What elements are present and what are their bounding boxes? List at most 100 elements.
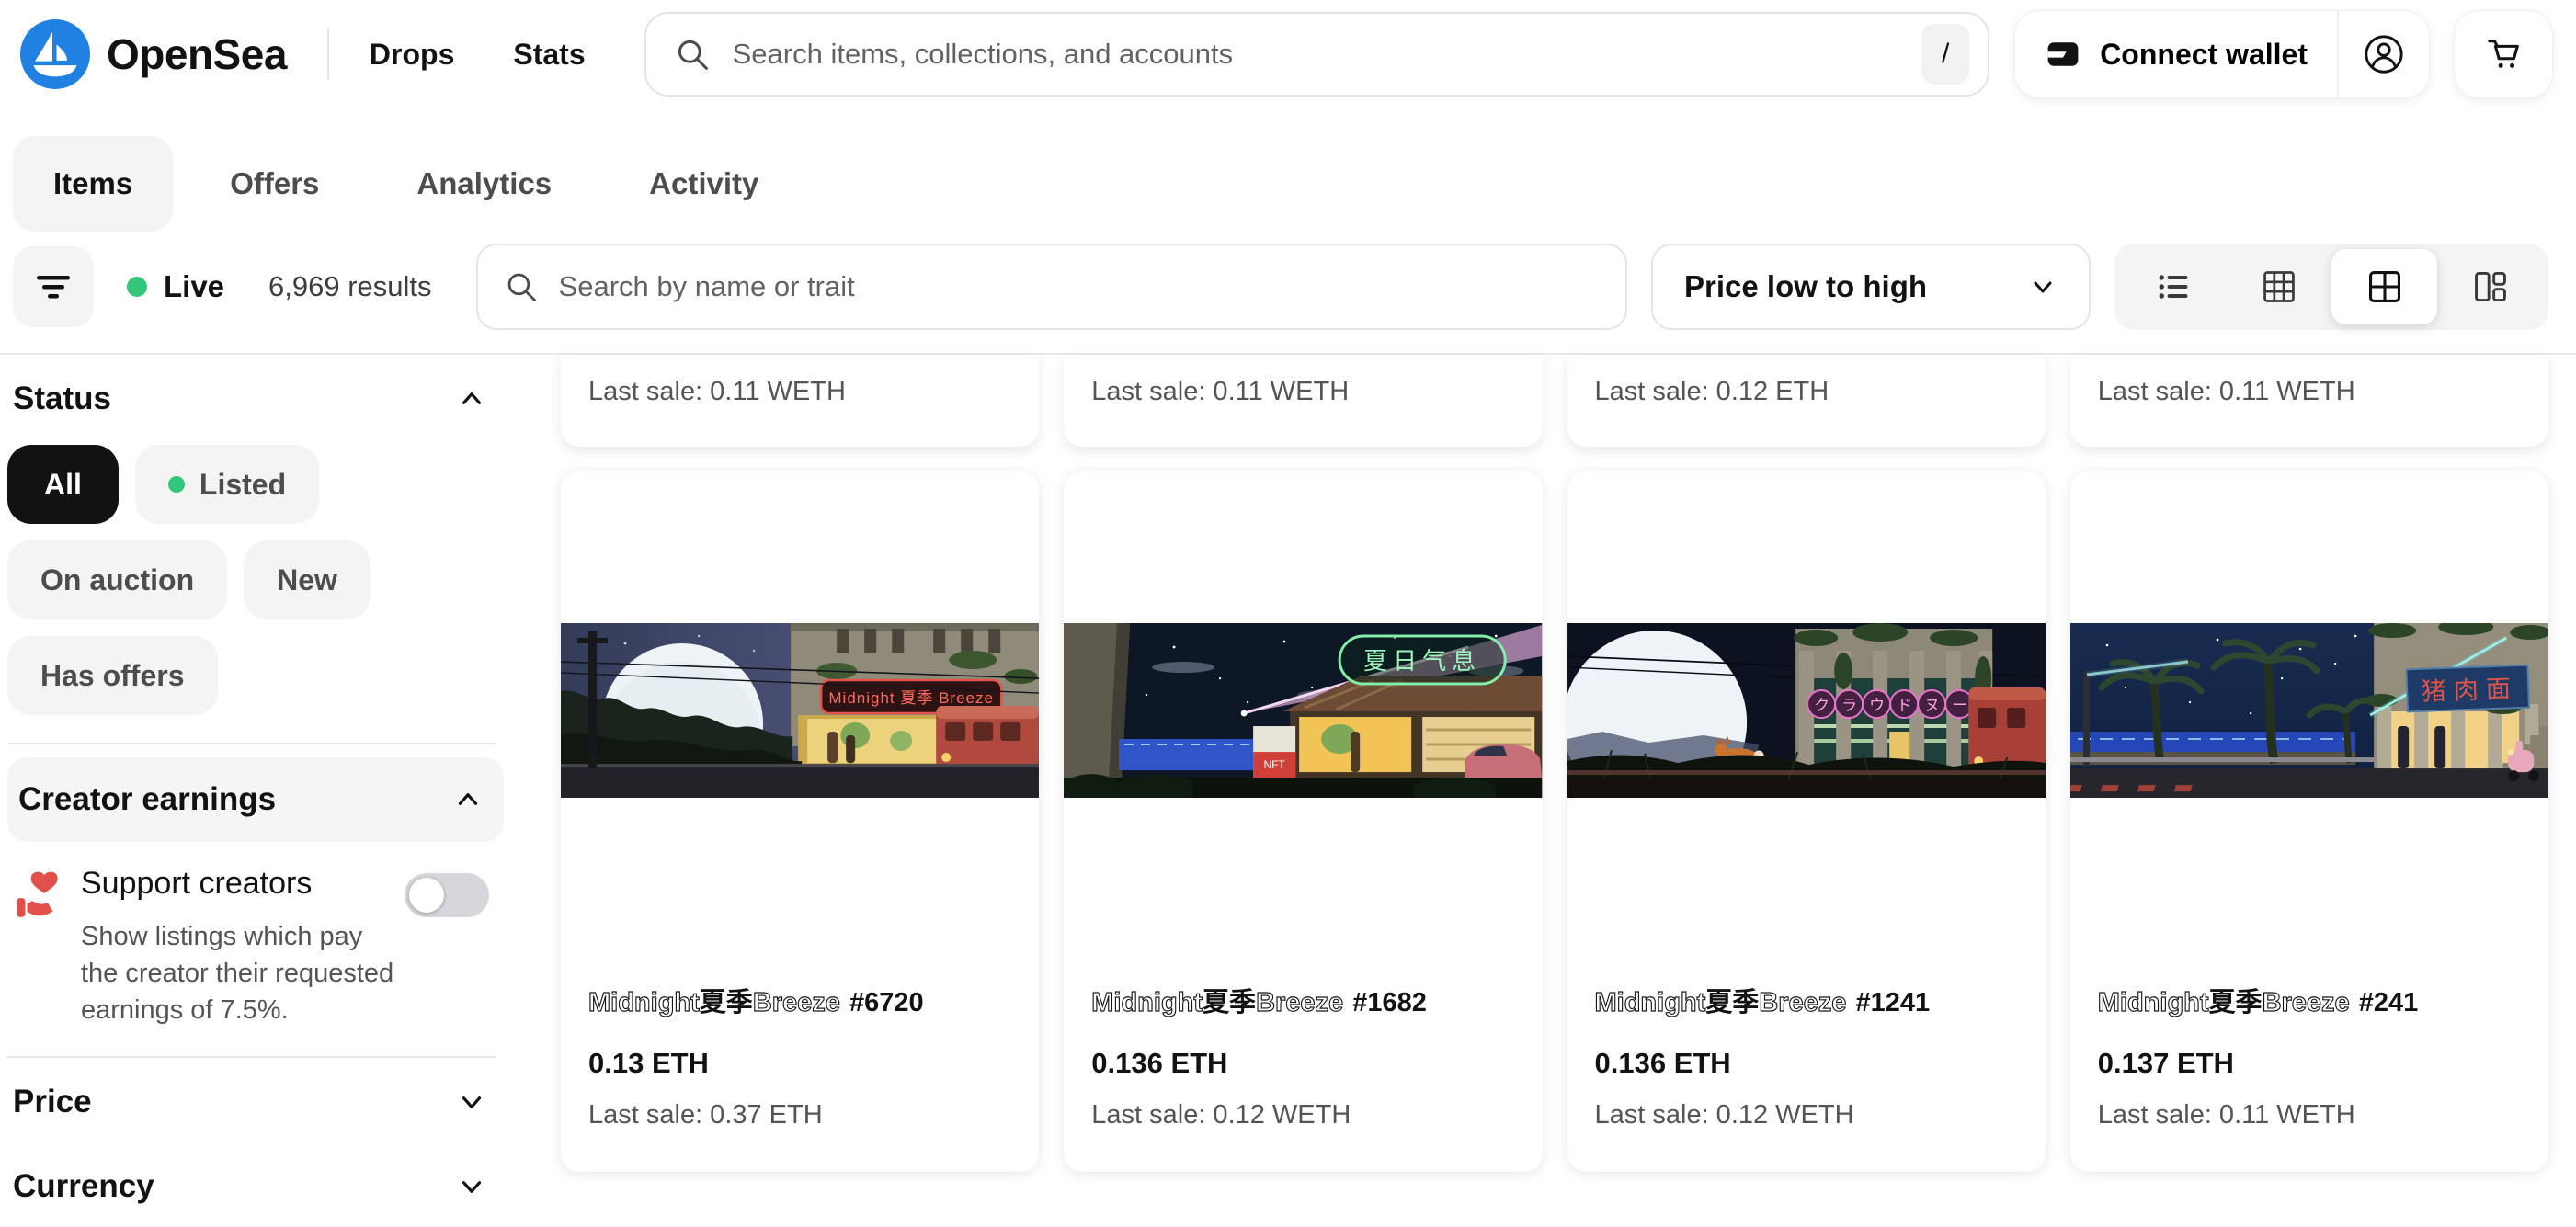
nft-card-partial[interactable]: Last sale: 0.12 ETH	[1567, 355, 2046, 447]
filter-icon	[33, 267, 74, 307]
grid-row-main: Midnight 夏季 Breeze	[561, 471, 2548, 1172]
token-id: #1241	[1855, 988, 1930, 1017]
nft-media: 猪肉面	[2070, 471, 2548, 949]
nft-title: Midnight夏季Breeze#241	[2098, 981, 2521, 1019]
connect-wallet-button[interactable]: Connect wallet	[2015, 11, 2337, 97]
large-grid-icon	[2366, 268, 2403, 305]
nft-card[interactable]: Midnight 夏季 Breeze	[561, 471, 1039, 1172]
view-large-grid-button[interactable]	[2331, 249, 2437, 324]
tab-items[interactable]: Items	[13, 136, 173, 232]
status-pill-has-offers[interactable]: Has offers	[7, 636, 218, 715]
toggle-knob	[409, 878, 444, 913]
support-creators-label: Support creators	[81, 866, 405, 902]
chevron-down-icon	[2028, 272, 2057, 301]
nft-card[interactable]: クラウドヌードル	[1567, 471, 2046, 1172]
nft-price: 0.136 ETH	[1091, 1047, 1514, 1080]
opensea-logo-link[interactable]: OpenSea	[20, 19, 287, 89]
status-pill-on-auction[interactable]: On auction	[7, 540, 227, 619]
nft-title: Midnight夏季Breeze#1241	[1595, 981, 2018, 1019]
creator-earnings-header[interactable]: Creator earnings	[7, 757, 504, 842]
nft-media: 夏日气息 NFT	[1064, 471, 1542, 949]
trait-search-input[interactable]	[559, 270, 1600, 303]
cart-button[interactable]	[2455, 11, 2552, 97]
nav-link-drops[interactable]: Drops	[370, 38, 454, 72]
currency-section-header[interactable]: Currency	[7, 1142, 504, 1227]
nft-artwork-big-moon-arches: クラウドヌードル	[1567, 623, 2046, 798]
status-pill-new[interactable]: New	[244, 540, 370, 619]
nft-title: Midnight夏季Breeze#6720	[588, 981, 1011, 1019]
chevron-up-icon	[452, 784, 484, 815]
search-icon	[674, 36, 711, 73]
main-area: Status All Listed On auction New Has off…	[0, 355, 2576, 1227]
status-title: Status	[13, 381, 111, 417]
nft-card-partial[interactable]: Last sale: 0.11 WETH	[2070, 355, 2548, 447]
view-mode-switcher	[2114, 244, 2548, 330]
top-navbar: OpenSea Drops Stats / Connect wallet	[0, 0, 2576, 108]
search-shortcut-key: /	[1921, 24, 1969, 85]
wallet-icon	[2045, 36, 2081, 73]
live-label: Live	[164, 269, 224, 304]
cart-icon	[2484, 35, 2523, 74]
brand-name: OpenSea	[107, 29, 287, 79]
nft-last-sale: Last sale: 0.12 WETH	[1091, 1100, 1514, 1130]
live-status: Live	[127, 269, 224, 304]
gallery-view-icon	[2472, 268, 2509, 305]
trait-search-bar[interactable]	[476, 244, 1627, 330]
nft-card[interactable]: 夏日气息 NFT Midnight夏季Breeze#1682	[1064, 471, 1542, 1172]
tab-activity[interactable]: Activity	[609, 136, 799, 232]
status-pill-all[interactable]: All	[7, 445, 119, 524]
chevron-down-icon	[456, 1171, 487, 1202]
price-section-header[interactable]: Price	[7, 1058, 504, 1142]
nft-last-sale: Last sale: 0.37 ETH	[588, 1100, 1011, 1130]
nft-price: 0.13 ETH	[588, 1047, 1011, 1080]
view-gallery-button[interactable]	[2437, 249, 2543, 324]
view-dense-grid-button[interactable]	[2226, 249, 2331, 324]
token-id: #6720	[849, 988, 924, 1017]
sort-dropdown[interactable]: Price low to high	[1651, 244, 2091, 330]
nft-info: Midnight夏季Breeze#1682 0.136 ETH Last sal…	[1064, 949, 1542, 1130]
items-grid: Last sale: 0.11 WETH Last sale: 0.11 WET…	[504, 355, 2576, 1172]
nft-last-sale: Last sale: 0.12 WETH	[1595, 1100, 2018, 1130]
currency-title: Currency	[13, 1168, 154, 1205]
listed-label: Listed	[199, 468, 286, 502]
status-pill-listed[interactable]: Listed	[135, 445, 319, 524]
global-search-input[interactable]	[733, 38, 1900, 71]
nav-link-stats[interactable]: Stats	[513, 38, 585, 72]
last-sale: Last sale: 0.11 WETH	[588, 377, 846, 406]
grid-row-partial: Last sale: 0.11 WETH Last sale: 0.11 WET…	[561, 355, 2548, 447]
listed-dot	[168, 476, 185, 493]
wallet-group: Connect wallet	[2015, 11, 2429, 97]
nft-price: 0.136 ETH	[1595, 1047, 2018, 1080]
view-list-button[interactable]	[2120, 249, 2226, 324]
global-search-bar[interactable]: /	[644, 12, 1990, 97]
tab-analytics[interactable]: Analytics	[376, 136, 592, 232]
nft-card[interactable]: 猪肉面	[2070, 471, 2548, 1172]
status-section-header[interactable]: Status	[7, 355, 504, 439]
nft-media: Midnight 夏季 Breeze	[561, 471, 1039, 949]
last-sale: Last sale: 0.11 WETH	[1091, 377, 1349, 406]
nft-info: Midnight夏季Breeze#6720 0.13 ETH Last sale…	[561, 949, 1039, 1130]
live-dot	[127, 277, 147, 297]
filter-sidebar: Status All Listed On auction New Has off…	[0, 355, 504, 1227]
support-creators-toggle[interactable]	[405, 873, 489, 917]
filter-toggle-button[interactable]	[13, 246, 94, 327]
dense-grid-icon	[2261, 268, 2297, 305]
results-count: 6,969 results	[268, 270, 432, 303]
nft-card-partial[interactable]: Last sale: 0.11 WETH	[561, 355, 1039, 447]
sort-selected-label: Price low to high	[1684, 269, 1927, 304]
collection-tabs: Items Offers Analytics Activity	[0, 108, 2576, 232]
opensea-logo-icon	[20, 19, 90, 89]
profile-button[interactable]	[2339, 11, 2429, 97]
nft-artwork-moon-train: Midnight 夏季 Breeze	[561, 623, 1039, 798]
creator-earnings-title: Creator earnings	[18, 781, 276, 818]
sidebar-divider	[7, 743, 496, 744]
tab-offers[interactable]: Offers	[189, 136, 359, 232]
nft-card-partial[interactable]: Last sale: 0.11 WETH	[1064, 355, 1542, 447]
neon-sign-text: Midnight 夏季 Breeze	[828, 689, 994, 707]
nft-price: 0.137 ETH	[2098, 1047, 2521, 1080]
board-text: NFT	[1264, 758, 1286, 771]
chevron-up-icon	[456, 383, 487, 415]
heart-hand-icon	[13, 869, 66, 923]
nft-artwork-comet-shop: 夏日气息 NFT	[1064, 623, 1542, 798]
connect-wallet-label: Connect wallet	[2100, 38, 2308, 72]
